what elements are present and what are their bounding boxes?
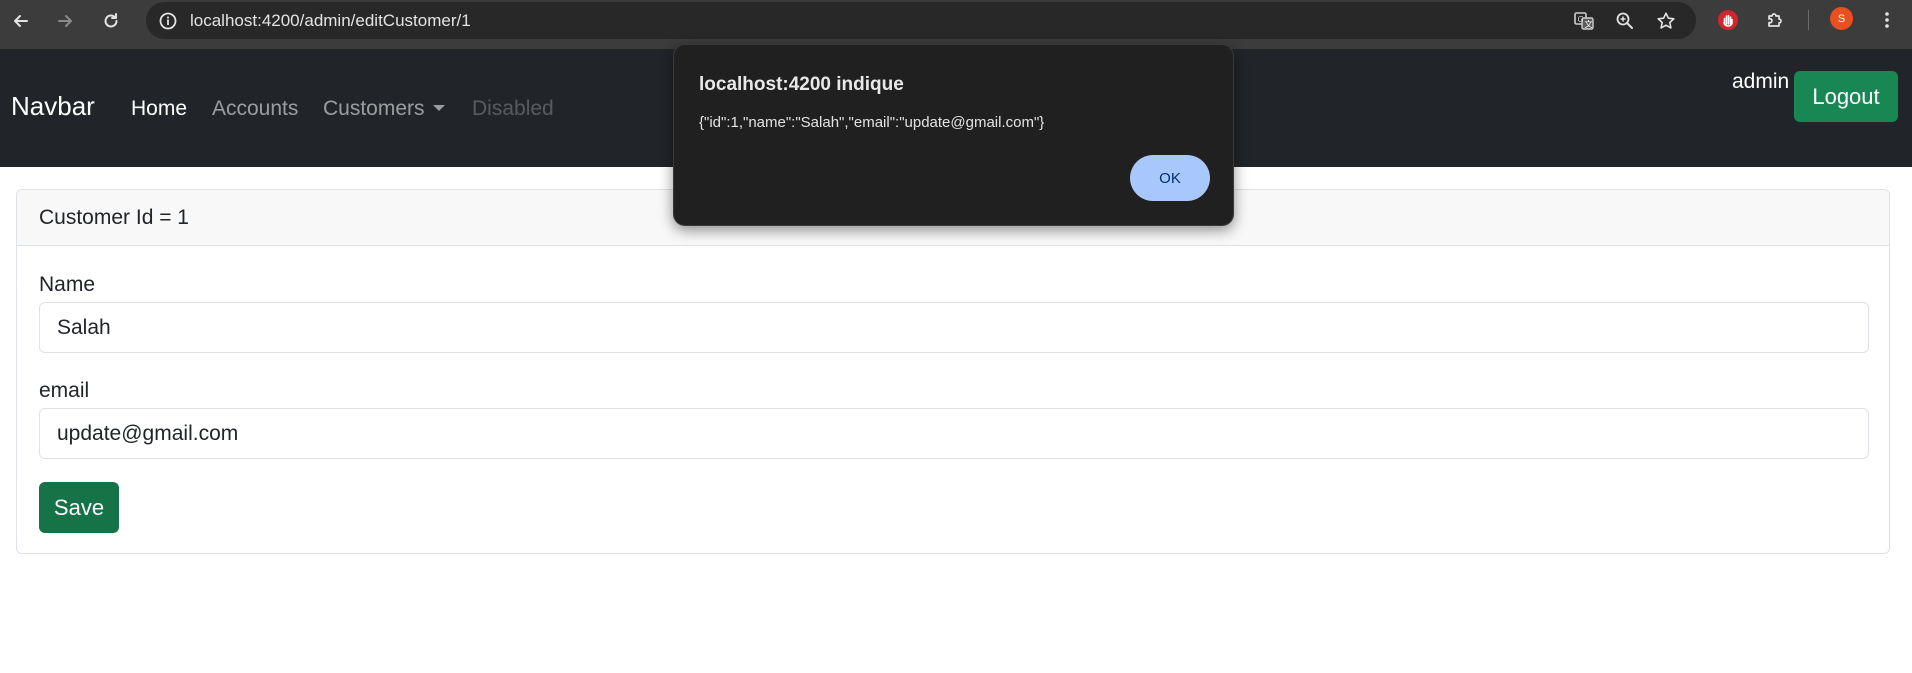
- profile-avatar[interactable]: S: [1830, 7, 1853, 30]
- nav-customers-dropdown[interactable]: Customers: [323, 97, 445, 121]
- svg-text:文: 文: [1585, 19, 1593, 29]
- svg-text:G: G: [1578, 15, 1584, 24]
- dropdown-caret-icon: [432, 105, 445, 111]
- extension-hand-icon[interactable]: [1713, 5, 1743, 35]
- email-label: email: [39, 379, 90, 402]
- logout-button[interactable]: Logout: [1794, 71, 1898, 122]
- dialog-title: localhost:4200 indique: [699, 74, 904, 95]
- navbar-brand[interactable]: Navbar: [11, 91, 95, 122]
- kebab-menu-icon[interactable]: [1872, 5, 1902, 35]
- reload-icon[interactable]: [96, 6, 126, 36]
- nav-disabled: Disabled: [472, 97, 554, 120]
- bookmark-star-icon[interactable]: [1652, 7, 1680, 35]
- back-icon[interactable]: [6, 6, 36, 36]
- zoom-icon[interactable]: [1611, 7, 1639, 35]
- dialog-message: {"id":1,"name":"Salah","email":"update@g…: [699, 114, 1045, 131]
- nav-home[interactable]: Home: [131, 97, 187, 121]
- forward-icon[interactable]: [50, 6, 80, 36]
- toolbar-divider: [1808, 10, 1809, 30]
- address-bar[interactable]: localhost:4200/admin/editCustomer/1 G文: [146, 2, 1696, 39]
- edit-customer-card: Customer Id = 1 Name Salah email update@…: [16, 189, 1890, 554]
- email-input[interactable]: update@gmail.com: [39, 408, 1869, 459]
- site-info-icon[interactable]: [154, 7, 182, 35]
- translate-icon[interactable]: G文: [1570, 7, 1598, 35]
- name-label: Name: [39, 273, 96, 296]
- nav-customers-label: Customers: [323, 97, 425, 120]
- nav-accounts[interactable]: Accounts: [212, 97, 298, 121]
- save-button[interactable]: Save: [39, 482, 119, 533]
- url-text[interactable]: localhost:4200/admin/editCustomer/1: [190, 2, 471, 39]
- name-input[interactable]: Salah: [39, 302, 1869, 353]
- extensions-puzzle-icon[interactable]: [1760, 5, 1790, 35]
- ok-button[interactable]: OK: [1130, 155, 1210, 201]
- browser-toolbar: localhost:4200/admin/editCustomer/1 G文 S: [0, 0, 1912, 49]
- alert-dialog: localhost:4200 indique {"id":1,"name":"S…: [673, 44, 1234, 226]
- current-username: admin: [1732, 70, 1790, 93]
